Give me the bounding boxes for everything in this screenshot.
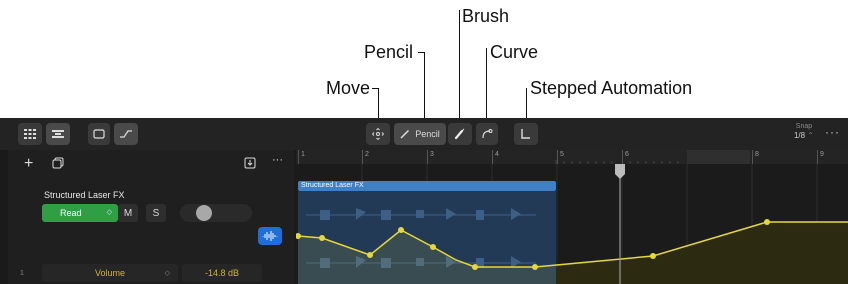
automation-point[interactable] <box>764 219 770 225</box>
snap-label: Snap <box>795 123 813 130</box>
download-tray-icon <box>244 157 256 169</box>
automation-point[interactable] <box>650 253 656 259</box>
chevron-updown-icon: ◇ <box>164 270 170 277</box>
move-icon <box>372 128 384 140</box>
automation-icon <box>120 130 132 138</box>
chevron-updown-icon: ◇ <box>106 209 112 216</box>
pencil-callout-hline <box>418 52 425 53</box>
stepped-automation-callout: Stepped Automation <box>530 78 693 98</box>
curve-tool-button[interactable] <box>476 123 498 145</box>
track-header-panel: + ··· Structured Laser FX Read ◇ M S 1 V… <box>8 150 294 284</box>
toolbar-more-button[interactable]: ··· <box>825 125 840 139</box>
mute-button[interactable]: M <box>118 204 138 222</box>
brush-icon <box>454 128 465 140</box>
tracks-view-button[interactable] <box>46 123 70 145</box>
track-header-more-button[interactable]: ··· <box>272 154 283 166</box>
curve-callout-line <box>486 48 487 122</box>
pencil-tool-button[interactable]: Pencil <box>394 123 446 145</box>
automation-point[interactable] <box>398 227 404 233</box>
automation-point[interactable] <box>367 252 373 258</box>
volume-knob[interactable] <box>196 205 212 221</box>
import-button[interactable] <box>244 156 256 172</box>
automation-mode-select[interactable]: Read ◇ <box>42 204 118 222</box>
stepped-automation-button[interactable] <box>514 123 538 145</box>
pencil-tool-label: Pencil <box>415 129 440 139</box>
brush-tool-button[interactable] <box>448 123 472 145</box>
duplicate-track-button[interactable] <box>52 156 64 172</box>
cycle-range[interactable] <box>687 150 750 164</box>
snap-selector[interactable]: Snap 1/8 ⌃ <box>794 122 814 140</box>
grid-view-button[interactable] <box>18 123 42 145</box>
tracks-icon <box>52 130 64 138</box>
move-tool-button[interactable] <box>366 123 390 145</box>
stepped-automation-icon <box>521 129 530 139</box>
automation-parameter-value: Volume <box>94 268 126 278</box>
snap-chevron-icon: ⌃ <box>807 131 814 140</box>
move-callout-hline <box>372 88 379 89</box>
window-view-button[interactable] <box>88 123 110 145</box>
curve-icon <box>482 129 493 139</box>
stepped-callout-line <box>526 88 527 122</box>
track-name[interactable]: Structured Laser FX <box>44 190 125 200</box>
automation-point[interactable] <box>319 235 325 241</box>
grid-icon <box>24 129 36 139</box>
window-icon <box>93 129 105 139</box>
playhead-handle[interactable] <box>615 164 625 179</box>
add-track-button[interactable]: + <box>24 155 33 173</box>
arrange-canvas <box>296 150 848 284</box>
automation-point[interactable] <box>472 264 478 270</box>
pencil-callout: Pencil <box>364 42 414 62</box>
automation-mode-value: Read <box>60 208 82 218</box>
pencil-icon <box>400 129 410 139</box>
automation-toggle-button[interactable] <box>114 123 138 145</box>
arrangement-area[interactable]: 1 2 3 4 5 6 7 8 9 <box>296 150 848 284</box>
automation-parameter-select[interactable]: Volume ◇ <box>42 264 178 282</box>
automation-point[interactable] <box>532 264 538 270</box>
duplicate-icon <box>52 157 64 169</box>
move-callout-line <box>378 88 379 122</box>
logic-app-window: Pencil Snap 1/8 ⌃ ··· + ··· Structured L… <box>0 118 848 284</box>
volume-slider[interactable] <box>180 204 252 222</box>
region-name: Structured Laser FX <box>301 182 364 189</box>
waveform-button[interactable] <box>258 227 282 245</box>
brush-callout-line <box>459 10 460 122</box>
curve-callout: Curve <box>490 42 539 62</box>
brush-callout: Brush <box>462 6 510 26</box>
pencil-callout-line <box>424 52 425 122</box>
toolbar: Pencil Snap 1/8 ⌃ ··· <box>0 118 848 150</box>
automation-point[interactable] <box>430 244 436 250</box>
solo-button[interactable]: S <box>146 204 166 222</box>
automation-parameter-readout: -14.8 dB <box>182 264 262 282</box>
track-number: 1 <box>20 270 24 277</box>
snap-value: 1/8 <box>793 131 806 140</box>
waveform-icon <box>262 231 278 241</box>
move-callout: Move <box>326 78 371 98</box>
